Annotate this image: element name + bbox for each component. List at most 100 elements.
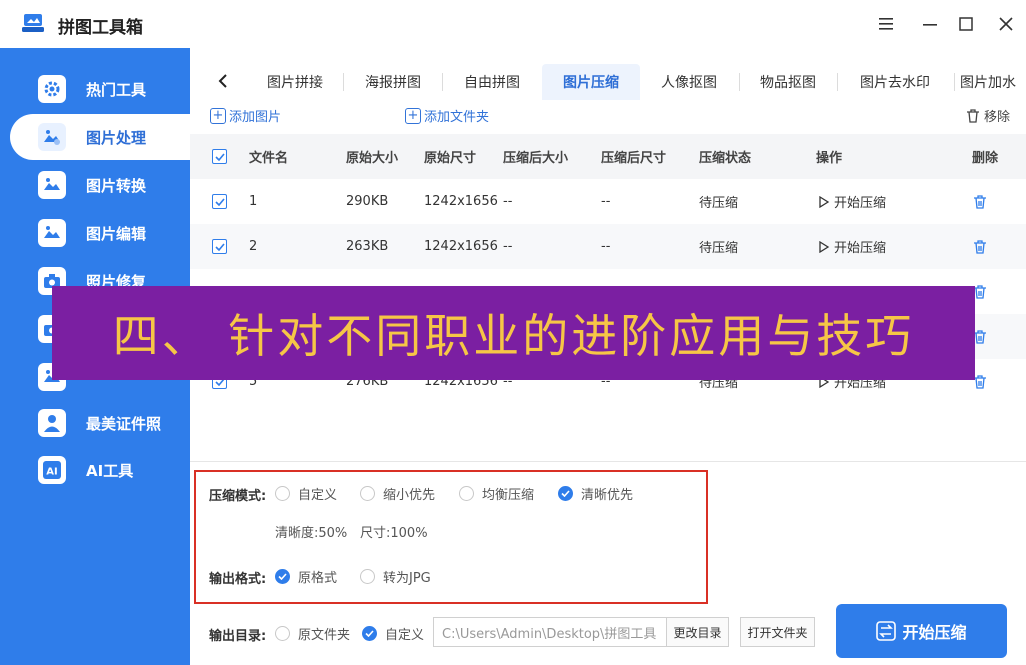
cell-size: 263KB	[346, 239, 389, 254]
add-folder-button[interactable]: + 添加文件夹	[405, 106, 489, 125]
menu-icon[interactable]	[874, 12, 898, 36]
sidebar-item-ai-tools[interactable]: AI AI工具	[10, 447, 190, 493]
select-all-checkbox[interactable]	[212, 134, 227, 179]
cell-dims: 1242x1656	[424, 239, 498, 254]
table-row: 2 263KB 1242x1656 -- -- 待压缩 开始压缩	[190, 224, 1026, 269]
delete-row-button[interactable]	[972, 179, 988, 224]
output-path-input[interactable]: C:\Users\Admin\Desktop\拼图工具	[433, 617, 666, 647]
output-dir-label: 输出目录:	[209, 629, 267, 644]
clarity-value: 清晰度:50%	[275, 526, 348, 541]
sidebar-item-image-edit[interactable]: 图片编辑	[10, 210, 190, 256]
radio-clarity-first[interactable]: 清晰优先	[558, 484, 633, 503]
tab-divider	[954, 73, 955, 91]
start-compress-button[interactable]: 开始压缩	[836, 604, 1007, 658]
tab-remove-watermark[interactable]: 图片去水印	[840, 64, 950, 100]
plus-icon: +	[210, 107, 226, 124]
cell-compressed-size: --	[503, 239, 513, 254]
sidebar-item-label: AI工具	[86, 461, 134, 480]
cell-status: 待压缩	[699, 196, 739, 211]
tab-divider	[837, 73, 838, 91]
header-action: 操作	[816, 151, 843, 166]
sidebar-item-label: 最美证件照	[86, 414, 162, 433]
maximize-icon[interactable]	[954, 12, 978, 36]
start-compress-link[interactable]: 开始压缩	[818, 224, 886, 269]
delete-row-button[interactable]	[972, 224, 988, 269]
table-row: 1 290KB 1242x1656 -- -- 待压缩 开始压缩	[190, 179, 1026, 224]
tab-divider	[442, 73, 443, 91]
header-original-dims: 原始尺寸	[424, 151, 477, 166]
radio-label: 转为JPG	[383, 571, 431, 586]
tab-poster-collage[interactable]: 海报拼图	[348, 64, 438, 100]
play-icon	[819, 195, 830, 208]
tab-image-stitch[interactable]: 图片拼接	[250, 64, 340, 100]
radio-to-jpg[interactable]: 转为JPG	[360, 567, 431, 586]
title-banner: 四、 针对不同职业的进阶应用与技巧	[52, 286, 975, 380]
ai-icon: AI	[38, 456, 66, 484]
sidebar-item-label: 热门工具	[86, 80, 147, 99]
close-icon[interactable]	[994, 12, 1018, 36]
tab-portrait-cutout[interactable]: 人像抠图	[642, 64, 736, 100]
header-compressed-dims: 压缩后尺寸	[601, 151, 667, 166]
radio-label: 原格式	[298, 571, 338, 586]
action-label: 开始压缩	[834, 196, 887, 211]
trash-icon	[974, 194, 986, 209]
trash-icon	[966, 108, 979, 123]
sidebar-item-image-process[interactable]: 图片处理	[10, 114, 190, 160]
banner-text: 四、 针对不同职业的进阶应用与技巧	[112, 309, 915, 363]
sidebar-item-id-photo[interactable]: 最美证件照	[10, 400, 190, 446]
change-dir-button[interactable]: 更改目录	[666, 617, 729, 647]
image-edit-icon	[38, 219, 66, 247]
compress-icon	[876, 621, 897, 641]
header-original-size: 原始大小	[346, 151, 399, 166]
sidebar-item-hot-tools[interactable]: 热门工具	[10, 66, 190, 112]
toolbar: + 添加图片 + 添加文件夹 移除	[190, 102, 1026, 132]
radio-label: 清晰优先	[581, 488, 634, 503]
radio-custom[interactable]: 自定义	[275, 484, 337, 503]
sidebar-item-image-convert[interactable]: 图片转换	[10, 162, 190, 208]
open-folder-button[interactable]: 打开文件夹	[740, 617, 815, 647]
add-image-label: 添加图片	[229, 110, 282, 125]
folder-plus-icon: +	[405, 107, 421, 124]
minimize-icon[interactable]	[918, 12, 942, 36]
tab-divider	[343, 73, 344, 91]
cell-compressed-dims: --	[601, 239, 611, 254]
radio-size-first[interactable]: 缩小优先	[360, 484, 435, 503]
size-value: 尺寸:100%	[360, 526, 428, 541]
id-photo-icon	[38, 409, 66, 437]
row-checkbox[interactable]	[212, 179, 227, 224]
header-delete: 删除	[972, 151, 999, 166]
radio-original-format[interactable]: 原格式	[275, 567, 337, 586]
trash-icon	[974, 239, 986, 254]
radio-original-folder[interactable]: 原文件夹	[275, 624, 350, 643]
cell-compressed-size: --	[503, 194, 513, 209]
title-bar: 拼图工具箱	[0, 0, 1026, 48]
remove-button[interactable]: 移除	[965, 106, 1010, 125]
cell-compressed-dims: --	[601, 194, 611, 209]
chevron-left-icon[interactable]	[208, 66, 238, 96]
radio-label: 均衡压缩	[482, 488, 535, 503]
row-checkbox[interactable]	[212, 224, 227, 269]
header-filename: 文件名	[249, 151, 289, 166]
radio-custom-folder[interactable]: 自定义	[362, 624, 424, 643]
start-compress-link[interactable]: 开始压缩	[818, 179, 886, 224]
add-folder-label: 添加文件夹	[424, 110, 490, 125]
action-label: 开始压缩	[834, 241, 887, 256]
radio-label: 自定义	[298, 488, 338, 503]
header-compressed-size: 压缩后大小	[503, 151, 569, 166]
radio-label: 原文件夹	[298, 628, 351, 643]
image-process-icon	[38, 123, 66, 151]
tab-object-cutout[interactable]: 物品抠图	[742, 64, 834, 100]
radio-balanced[interactable]: 均衡压缩	[459, 484, 534, 503]
add-image-button[interactable]: + 添加图片	[210, 106, 281, 125]
tab-free-collage[interactable]: 自由拼图	[446, 64, 538, 100]
start-compress-label: 开始压缩	[902, 623, 967, 642]
cell-dims: 1242x1656	[424, 194, 498, 209]
sidebar-item-label: 图片编辑	[86, 224, 147, 243]
tab-add-watermark[interactable]: 图片加水	[960, 64, 1026, 100]
play-icon	[819, 240, 830, 253]
image-convert-icon	[38, 171, 66, 199]
gear-icon	[38, 75, 66, 103]
app-logo-icon	[22, 14, 44, 32]
tab-image-compress[interactable]: 图片压缩	[542, 64, 640, 100]
cell-filename: 1	[249, 194, 258, 209]
